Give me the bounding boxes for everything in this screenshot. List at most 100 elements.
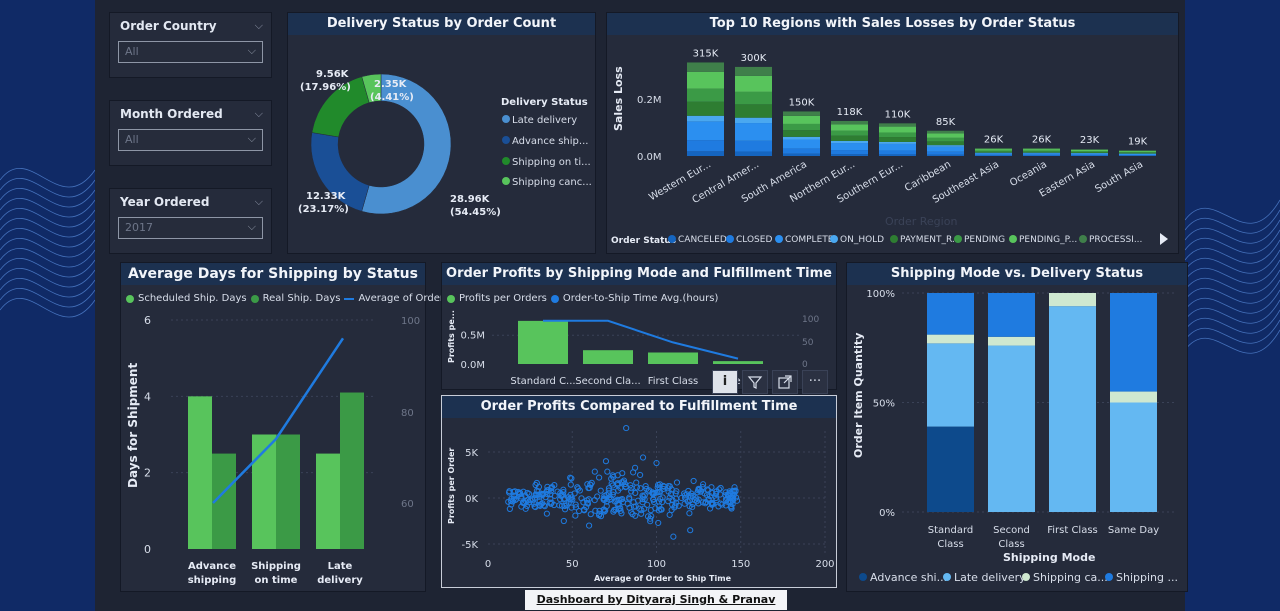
legend-item: CLOSED	[736, 235, 772, 245]
wave-decoration	[0, 168, 95, 318]
regions-panel[interactable]: Top 10 Regions with Sales Losses by Orde…	[606, 12, 1179, 254]
x-tick: South Asia	[1093, 159, 1145, 195]
slicer-dropdown[interactable]: 2017 ⌵	[118, 217, 263, 239]
bar-segment	[735, 66, 772, 76]
avgdays-chart: Days for Shipment 6 4 2 0 100 80 60 Advance shi…	[126, 314, 420, 586]
bar-segment	[831, 154, 868, 156]
credit-footer[interactable]: Dashboard by Dityaraj Singh & Pranav Kha…	[525, 590, 787, 610]
legend-marker	[943, 573, 951, 581]
legend-marker	[1009, 235, 1017, 243]
slicer-year-ordered[interactable]: Year Ordered ⌵ 2017 ⌵	[109, 188, 272, 254]
filter-icon[interactable]	[742, 370, 768, 394]
y-axis-label: Order Item Quantity	[852, 333, 865, 458]
bar-segment	[988, 336, 1035, 346]
bar-segment	[783, 123, 820, 131]
data-label: 12.33K	[306, 191, 347, 202]
data-label: 26K	[1032, 134, 1052, 145]
bar-segment	[1119, 152, 1156, 154]
chevron-down-icon[interactable]: ⌵	[255, 19, 263, 33]
slicer-dropdown[interactable]: All ⌵	[118, 41, 263, 63]
x-tick: 0	[485, 559, 491, 570]
legend-item: Shipping ...	[1116, 571, 1178, 584]
bar-segment	[975, 153, 1012, 155]
focus-icon[interactable]	[772, 370, 798, 394]
bar-segment	[735, 117, 772, 124]
scatter-point	[686, 510, 693, 517]
slicer-month-ordered[interactable]: Month Ordered ⌵ All ⌵	[109, 100, 272, 166]
bar-segment	[1119, 153, 1156, 156]
bar-segment	[687, 140, 724, 152]
scatter-chart: Profits per Order Average of Order to Sh…	[447, 424, 835, 583]
legend-item: PENDING_P...	[1019, 235, 1077, 245]
bar-segment	[783, 130, 820, 137]
play-icon	[1160, 233, 1168, 245]
wave-line	[0, 168, 95, 188]
x-tick: 150	[731, 559, 750, 570]
x-tick: Advance	[188, 561, 236, 572]
x-tick: 50	[566, 559, 579, 570]
bar-segment	[927, 145, 964, 147]
scatter-point	[587, 511, 594, 518]
scatter-point	[673, 479, 681, 486]
bar-segment	[927, 146, 964, 152]
wave-line	[1185, 269, 1280, 294]
bar-segment	[831, 120, 868, 125]
right-background	[1185, 0, 1280, 611]
y2-tick: 0	[802, 360, 808, 370]
x-tick: 100	[647, 559, 666, 570]
chevron-down-icon: ⌵	[247, 132, 256, 145]
legend-marker	[502, 136, 510, 144]
data-label: (17.96%)	[300, 82, 351, 93]
info-icon[interactable]: i	[712, 370, 738, 394]
bar-segment	[1023, 154, 1060, 156]
bar-segment	[687, 101, 724, 116]
bar	[648, 352, 698, 364]
bar-segment	[831, 130, 868, 136]
y-tick: 0.0M	[460, 360, 485, 371]
slicer-order-country[interactable]: Order Country ⌵ All ⌵	[109, 12, 272, 78]
wave-line	[1185, 239, 1280, 264]
bar-segment	[831, 150, 868, 155]
legend-marker	[859, 573, 867, 581]
y2-tick: 100	[401, 316, 420, 327]
x-tick: delivery	[317, 575, 363, 586]
slicer-dropdown[interactable]: All ⌵	[118, 129, 263, 151]
bar-segment	[988, 345, 1035, 512]
bar	[316, 453, 340, 549]
bar-segment	[927, 293, 974, 335]
avgdays-panel[interactable]: Average Days for Shipping by Status Sche…	[120, 262, 453, 592]
x-tick: Standard C...	[510, 376, 575, 387]
scatter-point	[575, 507, 583, 515]
bar-segment	[1110, 391, 1157, 403]
bar-segment	[783, 115, 820, 124]
bar-segment	[831, 135, 868, 141]
x-tick: Second	[993, 525, 1030, 536]
chevron-down-icon[interactable]: ⌵	[255, 195, 263, 209]
y2-tick: 100	[802, 315, 819, 325]
legend-marker	[1022, 573, 1030, 581]
bar-segment	[783, 153, 820, 156]
scatter-point	[604, 468, 611, 475]
bar-segment	[975, 148, 1012, 150]
regions-chart: Sales Loss 0.2M 0.0M 315KWestern Eur...3…	[611, 48, 1168, 246]
donut-panel[interactable]: Delivery Status by Order Count 28.96K (5…	[287, 12, 596, 254]
bar-segment	[1119, 150, 1156, 151]
legend-marker	[830, 235, 838, 243]
more-icon[interactable]: ···	[802, 370, 828, 394]
scatter-point	[639, 454, 647, 461]
scatter-panel[interactable]: Order Profits Compared to Fulfillment Ti…	[441, 395, 837, 588]
wave-line	[1185, 209, 1280, 234]
shipmode-panel[interactable]: Shipping Mode vs. Delivery Status Order …	[846, 262, 1188, 592]
legend-item: COMPLETE	[785, 235, 834, 245]
bar	[518, 320, 568, 364]
legend-marker	[775, 235, 783, 243]
bar-segment	[783, 111, 820, 116]
chevron-down-icon[interactable]: ⌵	[255, 107, 263, 121]
data-label: 118K	[837, 107, 863, 118]
bar-segment	[927, 137, 964, 142]
x-tick: Late	[328, 561, 353, 572]
wave-line	[0, 288, 95, 308]
wave-line	[0, 258, 95, 278]
bar-segment	[975, 151, 1012, 153]
bar	[340, 392, 364, 549]
